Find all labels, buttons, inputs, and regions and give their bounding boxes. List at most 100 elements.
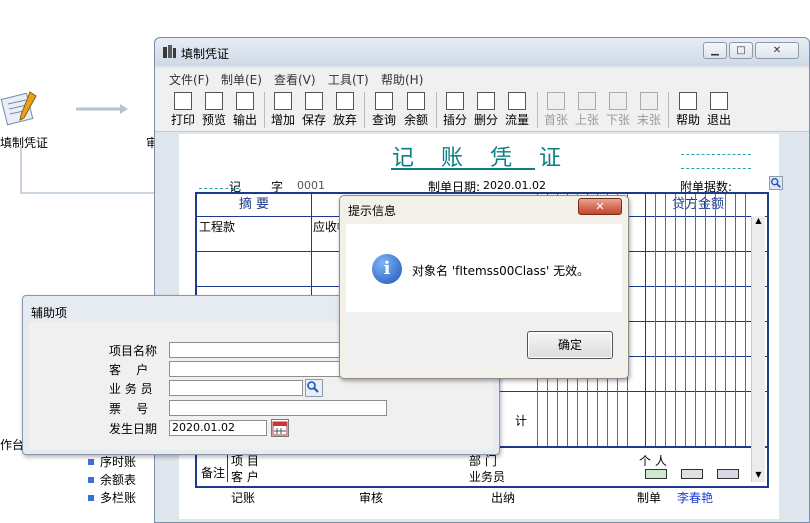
menu-view[interactable]: 查看(V) [274,71,316,88]
individual-label: 个 人 [639,454,667,468]
field-label: 客 户 [109,363,149,377]
keyboard-icon[interactable] [681,469,703,479]
calendar-icon[interactable] [271,419,289,437]
maximize-button[interactable]: □ [729,42,753,59]
maker-name: 李春艳 [677,491,714,505]
field-label: 业 务 员 [109,382,153,396]
add-icon [274,92,292,110]
menu-help[interactable]: 帮助(H) [381,71,423,88]
next-icon [609,92,627,110]
exit-icon [710,92,728,110]
window-titlebar[interactable]: 填制凭证 ▁ □ ✕ [155,38,809,66]
amount-digit-line [655,194,656,446]
prev-voucher-button[interactable]: 上张 [572,90,602,130]
salesman-input[interactable] [169,380,303,396]
toolbar-separator [364,92,365,128]
bullet-icon [88,495,94,501]
printer-icon [174,92,192,110]
add-button[interactable]: 增加 [268,90,298,130]
card-icon[interactable] [645,469,667,479]
search-icon [307,381,319,393]
menu-edit[interactable]: 制单(E) [221,71,262,88]
delete-entry-button[interactable]: 删分 [471,90,501,130]
workflow-rail [20,192,162,194]
prev-icon [578,92,596,110]
menu-bar: 文件(F) 制单(E) 查看(V) 工具(T) 帮助(H) [155,68,809,88]
voucher-number[interactable]: 0001 [297,179,325,192]
memo-label: 备注 [201,466,226,480]
total-label: 计 [515,414,528,428]
cash-flow-button[interactable]: 流量 [502,90,532,130]
grid-scrollbar[interactable]: ▲ ▼ [751,216,765,482]
customer-label: 客 户 [231,470,259,484]
first-voucher-button[interactable]: 首张 [541,90,571,130]
workflow-rail [20,146,22,194]
dashed-line [681,154,751,155]
last-voucher-button[interactable]: 末张 [634,90,664,130]
insert-row-icon [446,92,464,110]
salesman-search-button[interactable] [305,379,323,397]
workflow-label[interactable]: 填制凭证 [0,134,48,151]
workbench-label: 作台 [0,438,25,452]
bookkeep-label: 记账 [231,491,256,505]
project-name-input[interactable] [169,342,345,358]
menu-file[interactable]: 文件(F) [169,71,209,88]
preview-button[interactable]: 预览 [199,90,229,130]
message-dialog: 提示信息 ✕ i 对象名 'fItemss00Class' 无效。 确定 [339,195,629,379]
list-item[interactable]: 序时账 [88,453,136,471]
amount-digit-line [685,194,686,446]
search-icon[interactable] [769,176,783,190]
amount-digit-line [695,194,696,446]
amount-digit-line [745,194,746,446]
ok-button[interactable]: 确定 [527,331,613,359]
amount-digit-line [705,194,706,446]
balance-chart-icon [407,92,425,110]
field-label: 票 号 [109,402,149,416]
voucher-entry-icon[interactable] [0,88,44,128]
exit-button[interactable]: 退出 [704,90,734,130]
save-icon [305,92,323,110]
print-button[interactable]: 打印 [168,90,198,130]
toolbar-separator [537,92,538,128]
entry-summary[interactable]: 工程款 [199,218,235,235]
balance-button[interactable]: 余额 [401,90,431,130]
delete-row-icon [477,92,495,110]
menu-tools[interactable]: 工具(T) [328,71,369,88]
export-icon [236,92,254,110]
amount-digit-line [665,194,666,446]
customer-input[interactable] [169,361,345,377]
help-button[interactable]: 帮助 [673,90,703,130]
save-button[interactable]: 保存 [299,90,329,130]
calc-icon[interactable] [717,469,739,479]
close-button[interactable]: ✕ [755,42,799,59]
toolbar-separator [436,92,437,128]
window-app-icon [163,45,176,58]
scroll-down-icon[interactable]: ▼ [752,470,765,482]
next-voucher-button[interactable]: 下张 [603,90,633,130]
salesman-label: 业务员 [469,470,506,484]
dashed-line [681,168,751,169]
list-item[interactable]: 多栏账 [88,489,136,507]
preview-icon [205,92,223,110]
insert-entry-button[interactable]: 插分 [440,90,470,130]
query-button[interactable]: 查询 [369,90,399,130]
field-label: 项目名称 [109,344,158,358]
discard-button[interactable]: 放弃 [330,90,360,130]
last-icon [640,92,658,110]
voucher-date[interactable]: 2020.01.02 [483,179,546,192]
scroll-up-icon[interactable]: ▲ [752,216,765,228]
side-report-list: 序时账 余额表 多栏账 [88,453,136,507]
list-item[interactable]: 余额表 [88,471,136,489]
occur-date-input[interactable]: 2020.01.02 [169,420,267,436]
message-dialog-titlebar[interactable]: 提示信息 ✕ [340,196,628,220]
minimize-button[interactable]: ▁ [703,42,727,59]
export-button[interactable]: 输出 [230,90,260,130]
grid-line [645,194,646,446]
message-text: 对象名 'fItemss00Class' 无效。 [412,264,590,278]
binoculars-icon [375,92,393,110]
info-icon: i [372,254,402,284]
field-label: 发生日期 [109,422,158,436]
ticket-number-input[interactable] [169,400,387,416]
dialog-close-button[interactable]: ✕ [578,198,622,215]
cashier-label: 出纳 [491,491,516,505]
